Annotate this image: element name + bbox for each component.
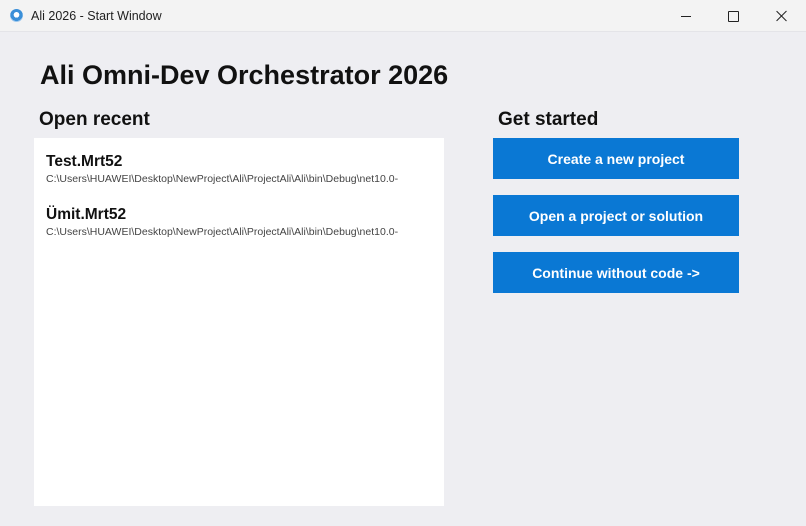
app-logo-icon — [10, 9, 23, 22]
recent-projects-list: Test.Mrt52 C:\Users\HUAWEI\Desktop\NewPr… — [34, 138, 444, 506]
recent-project-name: Test.Mrt52 — [46, 153, 123, 170]
minimize-icon — [681, 15, 691, 17]
minimize-button[interactable] — [663, 0, 709, 32]
close-button[interactable] — [758, 0, 804, 32]
get-started-heading: Get started — [498, 109, 599, 130]
page-title: Ali Omni-Dev Orchestrator 2026 — [40, 60, 449, 90]
window-title: Ali 2026 - Start Window — [31, 9, 162, 23]
open-recent-heading: Open recent — [39, 109, 150, 130]
recent-project-item[interactable]: Test.Mrt52 C:\Users\HUAWEI\Desktop\NewPr… — [34, 152, 444, 200]
close-icon — [775, 10, 787, 22]
recent-project-path: C:\Users\HUAWEI\Desktop\NewProject\Ali\P… — [46, 173, 399, 185]
title-bar: Ali 2026 - Start Window — [0, 0, 806, 32]
continue-without-code-button[interactable]: Continue without code -> — [493, 252, 739, 293]
open-project-button[interactable]: Open a project or solution — [493, 195, 739, 236]
recent-project-item[interactable]: Ümit.Mrt52 C:\Users\HUAWEI\Desktop\NewPr… — [34, 205, 444, 253]
recent-project-path: C:\Users\HUAWEI\Desktop\NewProject\Ali\P… — [46, 226, 399, 238]
recent-project-name: Ümit.Mrt52 — [46, 206, 127, 223]
maximize-icon — [727, 10, 739, 22]
maximize-button[interactable] — [710, 0, 756, 32]
create-new-project-button[interactable]: Create a new project — [493, 138, 739, 179]
